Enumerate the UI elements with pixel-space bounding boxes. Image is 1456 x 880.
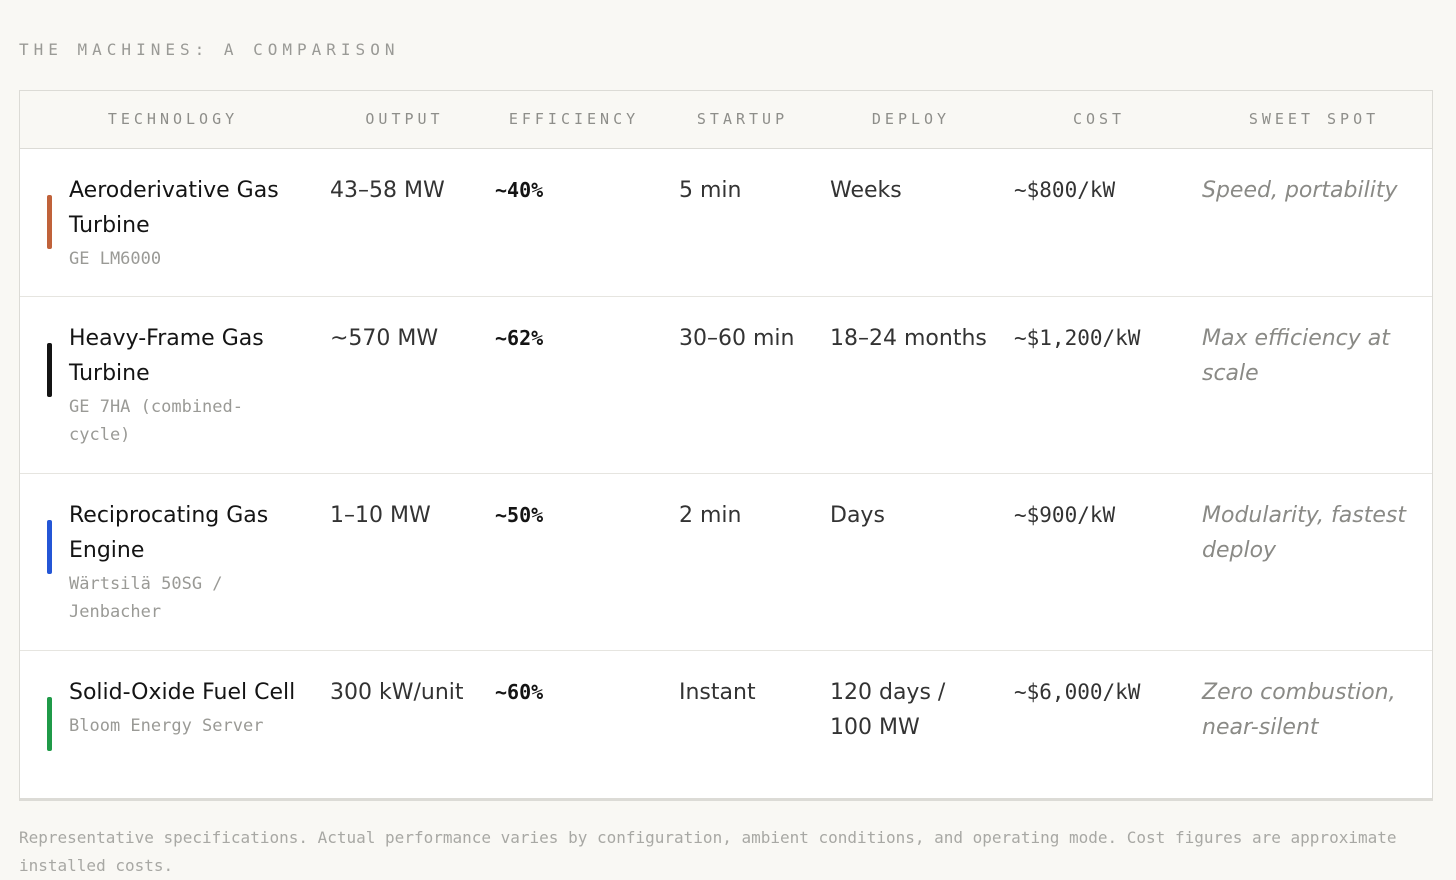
technology-name: Aeroderivative Gas Turbine	[69, 177, 279, 238]
column-header-sweet-spot: SWEET SPOT	[1196, 91, 1432, 149]
technology-name: Heavy-Frame Gas Turbine	[69, 325, 264, 386]
deploy-cell: 120 days / 100 MW	[830, 679, 946, 740]
technology-model: Bloom Energy Server	[69, 715, 264, 736]
column-header-deploy: DEPLOY	[820, 91, 1002, 149]
color-marker	[47, 194, 52, 249]
column-header-cost: COST	[1002, 91, 1196, 149]
sweet-spot-cell: Speed, portability	[1202, 177, 1398, 203]
column-header-startup: STARTUP	[665, 91, 820, 149]
footnote: Representative specifications. Actual pe…	[19, 828, 1397, 875]
table-row: Heavy-Frame Gas Turbine GE 7HA (combined…	[20, 296, 1432, 473]
technology-model: Wärtsilä 50SG / Jenbacher	[69, 573, 223, 622]
output-cell: ~570 MW	[330, 325, 439, 351]
table-row: Solid-Oxide Fuel Cell Bloom Energy Serve…	[20, 650, 1432, 798]
table-header-row: TECHNOLOGY OUTPUT EFFICIENCY STARTUP DEP…	[20, 91, 1432, 149]
color-marker	[47, 342, 52, 397]
sweet-spot-cell: Modularity, fastest deploy	[1202, 502, 1406, 563]
technology-cell: Reciprocating Gas Engine Wärtsilä 50SG /…	[20, 473, 326, 650]
technology-cell: Solid-Oxide Fuel Cell Bloom Energy Serve…	[20, 650, 326, 798]
startup-cell: 2 min	[679, 502, 742, 528]
efficiency-cell: ~40%	[495, 177, 544, 202]
comparison-table: TECHNOLOGY OUTPUT EFFICIENCY STARTUP DEP…	[19, 90, 1433, 801]
efficiency-cell: ~60%	[495, 679, 544, 704]
efficiency-cell: ~62%	[495, 325, 544, 350]
table-row: Aeroderivative Gas Turbine GE LM6000 43–…	[20, 148, 1432, 296]
startup-cell: Instant	[679, 679, 756, 705]
technology-name: Solid-Oxide Fuel Cell	[69, 679, 296, 705]
section-title: THE MACHINES: A COMPARISON	[19, 40, 400, 59]
startup-cell: 5 min	[679, 177, 742, 203]
output-cell: 43–58 MW	[330, 177, 445, 203]
cost-cell: ~$800/kW	[1014, 177, 1116, 202]
column-header-output: OUTPUT	[326, 91, 483, 149]
technology-name: Reciprocating Gas Engine	[69, 502, 269, 563]
deploy-cell: Days	[830, 502, 885, 528]
sweet-spot-cell: Max efficiency at scale	[1202, 325, 1390, 386]
deploy-cell: 18–24 months	[830, 325, 987, 351]
efficiency-cell: ~50%	[495, 502, 544, 527]
color-marker	[47, 519, 52, 574]
technology-model: GE 7HA (combined-cycle)	[69, 396, 243, 445]
deploy-cell: Weeks	[830, 177, 902, 203]
output-cell: 1–10 MW	[330, 502, 431, 528]
column-header-efficiency: EFFICIENCY	[483, 91, 665, 149]
cost-cell: ~$900/kW	[1014, 502, 1116, 527]
table-row: Reciprocating Gas Engine Wärtsilä 50SG /…	[20, 473, 1432, 650]
technology-model: GE LM6000	[69, 248, 162, 269]
color-marker	[47, 696, 52, 751]
technology-cell: Aeroderivative Gas Turbine GE LM6000	[20, 148, 326, 296]
cost-cell: ~$6,000/kW	[1014, 679, 1141, 704]
column-header-technology: TECHNOLOGY	[20, 91, 326, 149]
sweet-spot-cell: Zero combustion, near-silent	[1202, 679, 1396, 740]
technology-cell: Heavy-Frame Gas Turbine GE 7HA (combined…	[20, 296, 326, 473]
cost-cell: ~$1,200/kW	[1014, 325, 1141, 350]
output-cell: 300 kW/unit	[330, 679, 464, 705]
startup-cell: 30–60 min	[679, 325, 795, 351]
